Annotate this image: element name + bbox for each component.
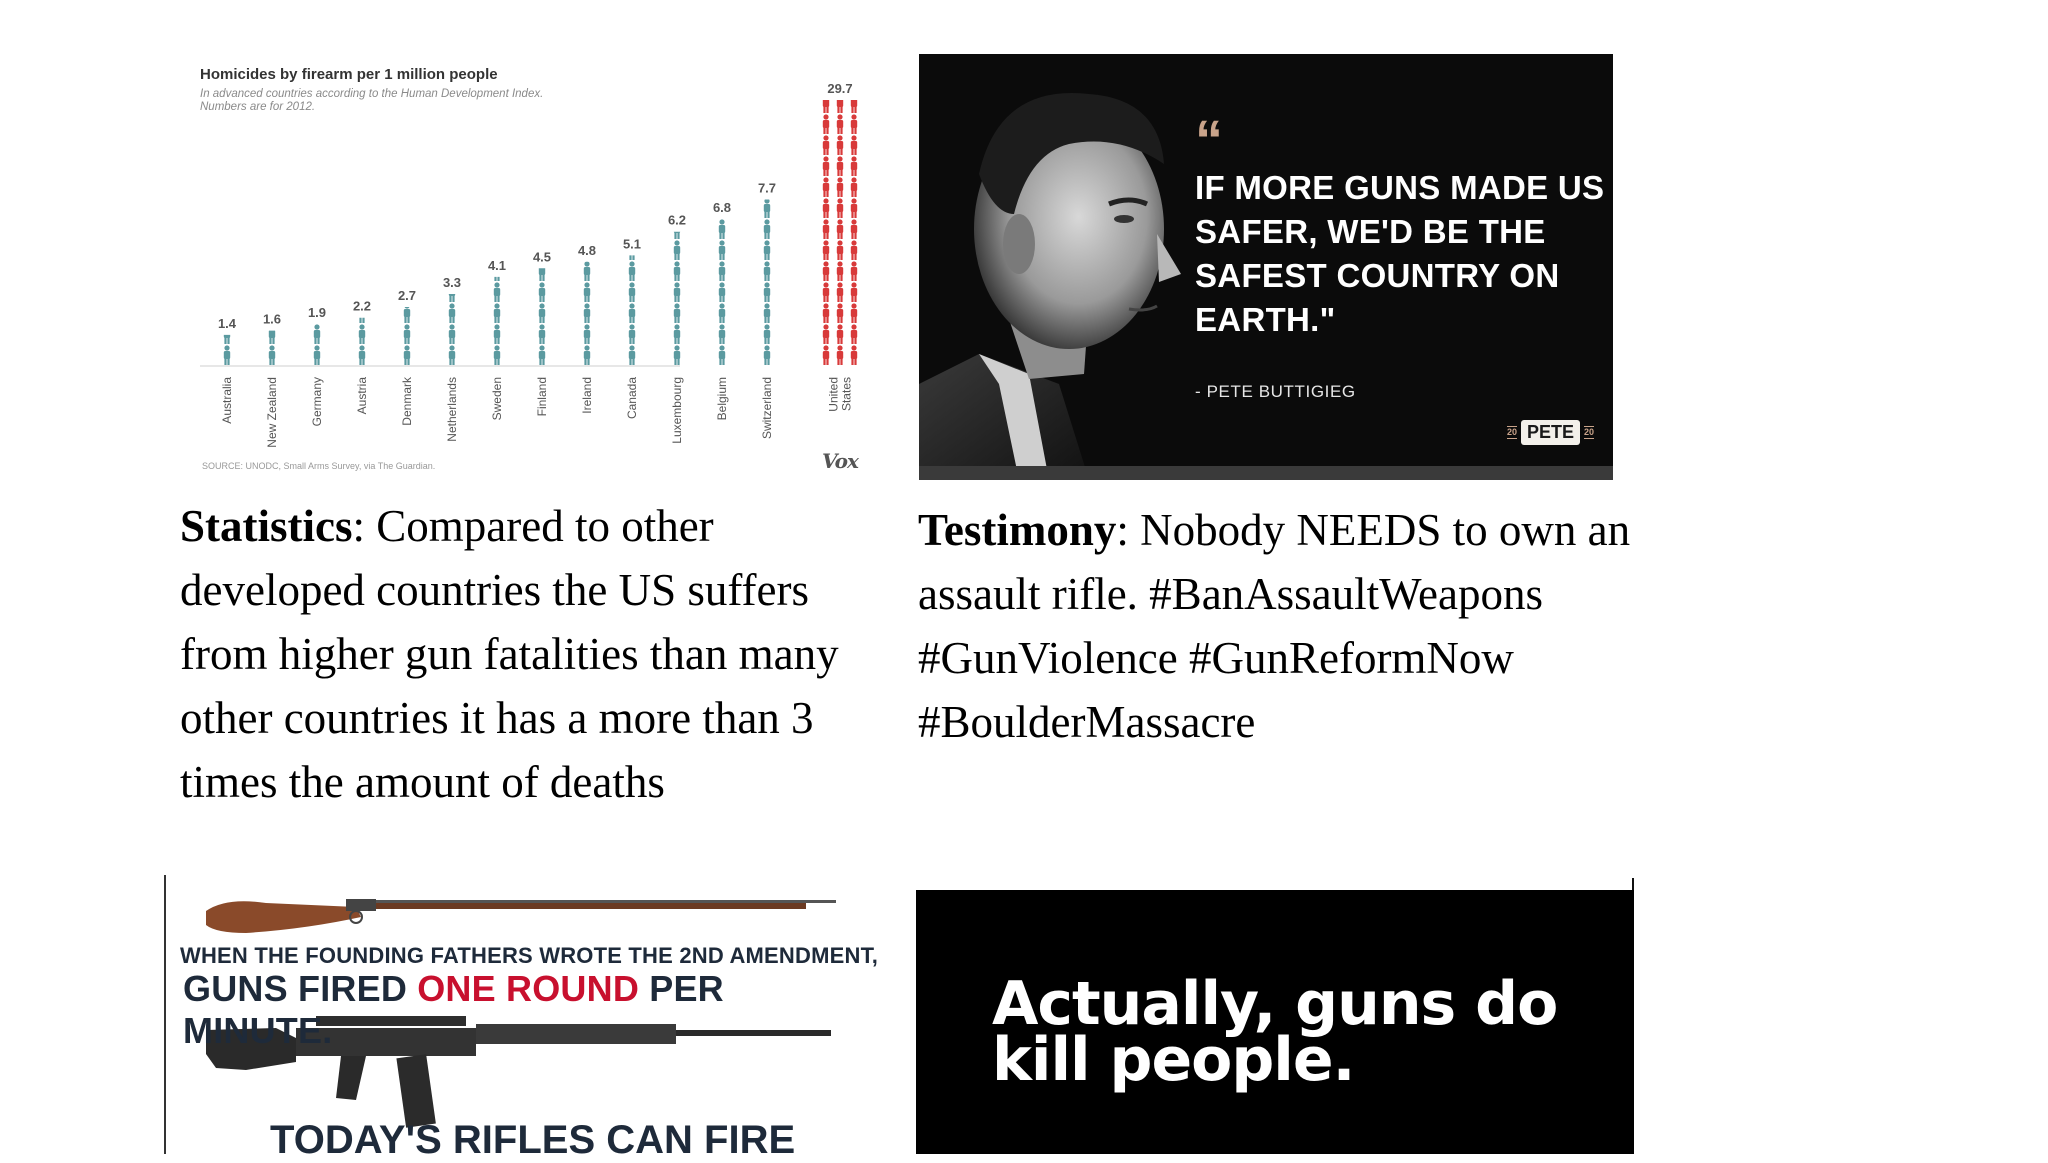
value-label-sweden: 4.1 — [488, 258, 506, 273]
value-label-ireland: 4.8 — [578, 243, 596, 258]
category-label-united-states: United — [827, 377, 841, 412]
chart-figure: 1.4 Australia 1.6 New Zealand 1.9 Germany 2.2 A… — [200, 81, 858, 448]
value-label-belgium: 6.8 — [713, 200, 731, 215]
category-label-belgium: Belgium — [715, 377, 729, 420]
testimony-caption: Testimony: Nobody NEEDS to own an assaul… — [918, 498, 1658, 754]
quote-text: IF MORE GUNS MADE US SAFER, WE'D BE THE … — [1195, 169, 1605, 338]
rifle-line2-prefix: GUNS FIRED — [183, 968, 418, 1009]
category-label-ireland: Ireland — [580, 377, 594, 414]
bar-netherlands — [448, 294, 456, 365]
bar-finland — [538, 268, 546, 365]
badge-year-left: 20 — [1507, 426, 1518, 439]
value-label-austria: 2.2 — [353, 299, 371, 314]
panel-bottom-bar — [919, 466, 1613, 480]
statistics-label: Statistics — [180, 501, 353, 551]
bar-canada — [628, 255, 636, 365]
chart-subtitle-line1: In advanced countries according to the H… — [200, 88, 544, 100]
quote-mark-icon: “ — [1195, 108, 1223, 171]
bar-germany — [313, 324, 321, 365]
testimony-label: Testimony — [918, 505, 1117, 555]
chart-subtitle-line2: Numbers are for 2012. — [200, 101, 316, 113]
chart-source: SOURCE: UNODC, Small Arms Survey, via Th… — [202, 461, 436, 471]
rifle-headline-line1: WHEN THE FOUNDING FATHERS WROTE THE 2ND … — [180, 943, 879, 968]
bar-denmark — [403, 306, 411, 365]
pete-2020-badge: 20 PETE 20 — [1507, 420, 1595, 445]
badge-name: PETE — [1521, 420, 1581, 445]
bar-new-zealand — [268, 330, 276, 365]
rifle-headline-line3: TODAY'S RIFLES CAN FIRE — [270, 1118, 796, 1162]
value-label-finland: 4.5 — [533, 249, 551, 264]
value-label-germany: 1.9 — [308, 305, 326, 320]
value-label-denmark: 2.7 — [398, 288, 416, 303]
category-label-canada: Canada — [625, 377, 639, 419]
category-label-united-states: States — [840, 377, 854, 411]
bar-united-states — [822, 100, 858, 365]
category-label-luxembourg: Luxembourg — [670, 377, 684, 444]
bar-belgium — [718, 219, 726, 365]
vox-logo: Vox — [822, 449, 859, 473]
musket-icon — [206, 899, 836, 933]
category-label-finland: Finland — [535, 377, 549, 416]
category-label-sweden: Sweden — [490, 377, 504, 420]
category-label-austria: Austria — [355, 377, 369, 415]
bar-switzerland — [763, 199, 771, 365]
statistics-caption: Statistics: Compared to other developed … — [180, 494, 900, 814]
category-label-germany: Germany — [310, 377, 324, 426]
bar-ireland — [583, 261, 591, 365]
badge-year-right: 20 — [1584, 426, 1595, 439]
value-label-netherlands: 3.3 — [443, 275, 461, 290]
portrait-photo — [919, 54, 1209, 480]
value-label-australia: 1.4 — [218, 316, 237, 331]
category-label-denmark: Denmark — [400, 376, 414, 426]
value-label-united-states: 29.7 — [827, 81, 852, 96]
slogan-text: Actually, guns do kill people. — [992, 969, 1558, 1095]
category-label-new-zealand: New Zealand — [265, 377, 279, 448]
value-label-new-zealand: 1.6 — [263, 312, 281, 327]
value-label-luxembourg: 6.2 — [668, 213, 686, 228]
category-label-switzerland: Switzerland — [760, 377, 774, 439]
category-label-australia: Australia — [220, 377, 234, 424]
rifle-headline-line2: GUNS FIRED ONE ROUND PER MINUTE. — [183, 968, 883, 1052]
value-label-canada: 5.1 — [623, 236, 641, 251]
quote-panel: “ IF MORE GUNS MADE US SAFER, WE'D BE TH… — [919, 54, 1613, 480]
quote-author: - PETE BUTTIGIEG — [1195, 382, 1356, 401]
rifle-line2-highlight: ONE ROUND — [417, 968, 640, 1009]
category-label-netherlands: Netherlands — [445, 377, 459, 442]
value-label-switzerland: 7.7 — [758, 180, 776, 195]
chart-title: Homicides by firearm per 1 million peopl… — [200, 66, 498, 83]
bar-luxembourg — [673, 231, 681, 365]
bar-sweden — [493, 276, 501, 365]
